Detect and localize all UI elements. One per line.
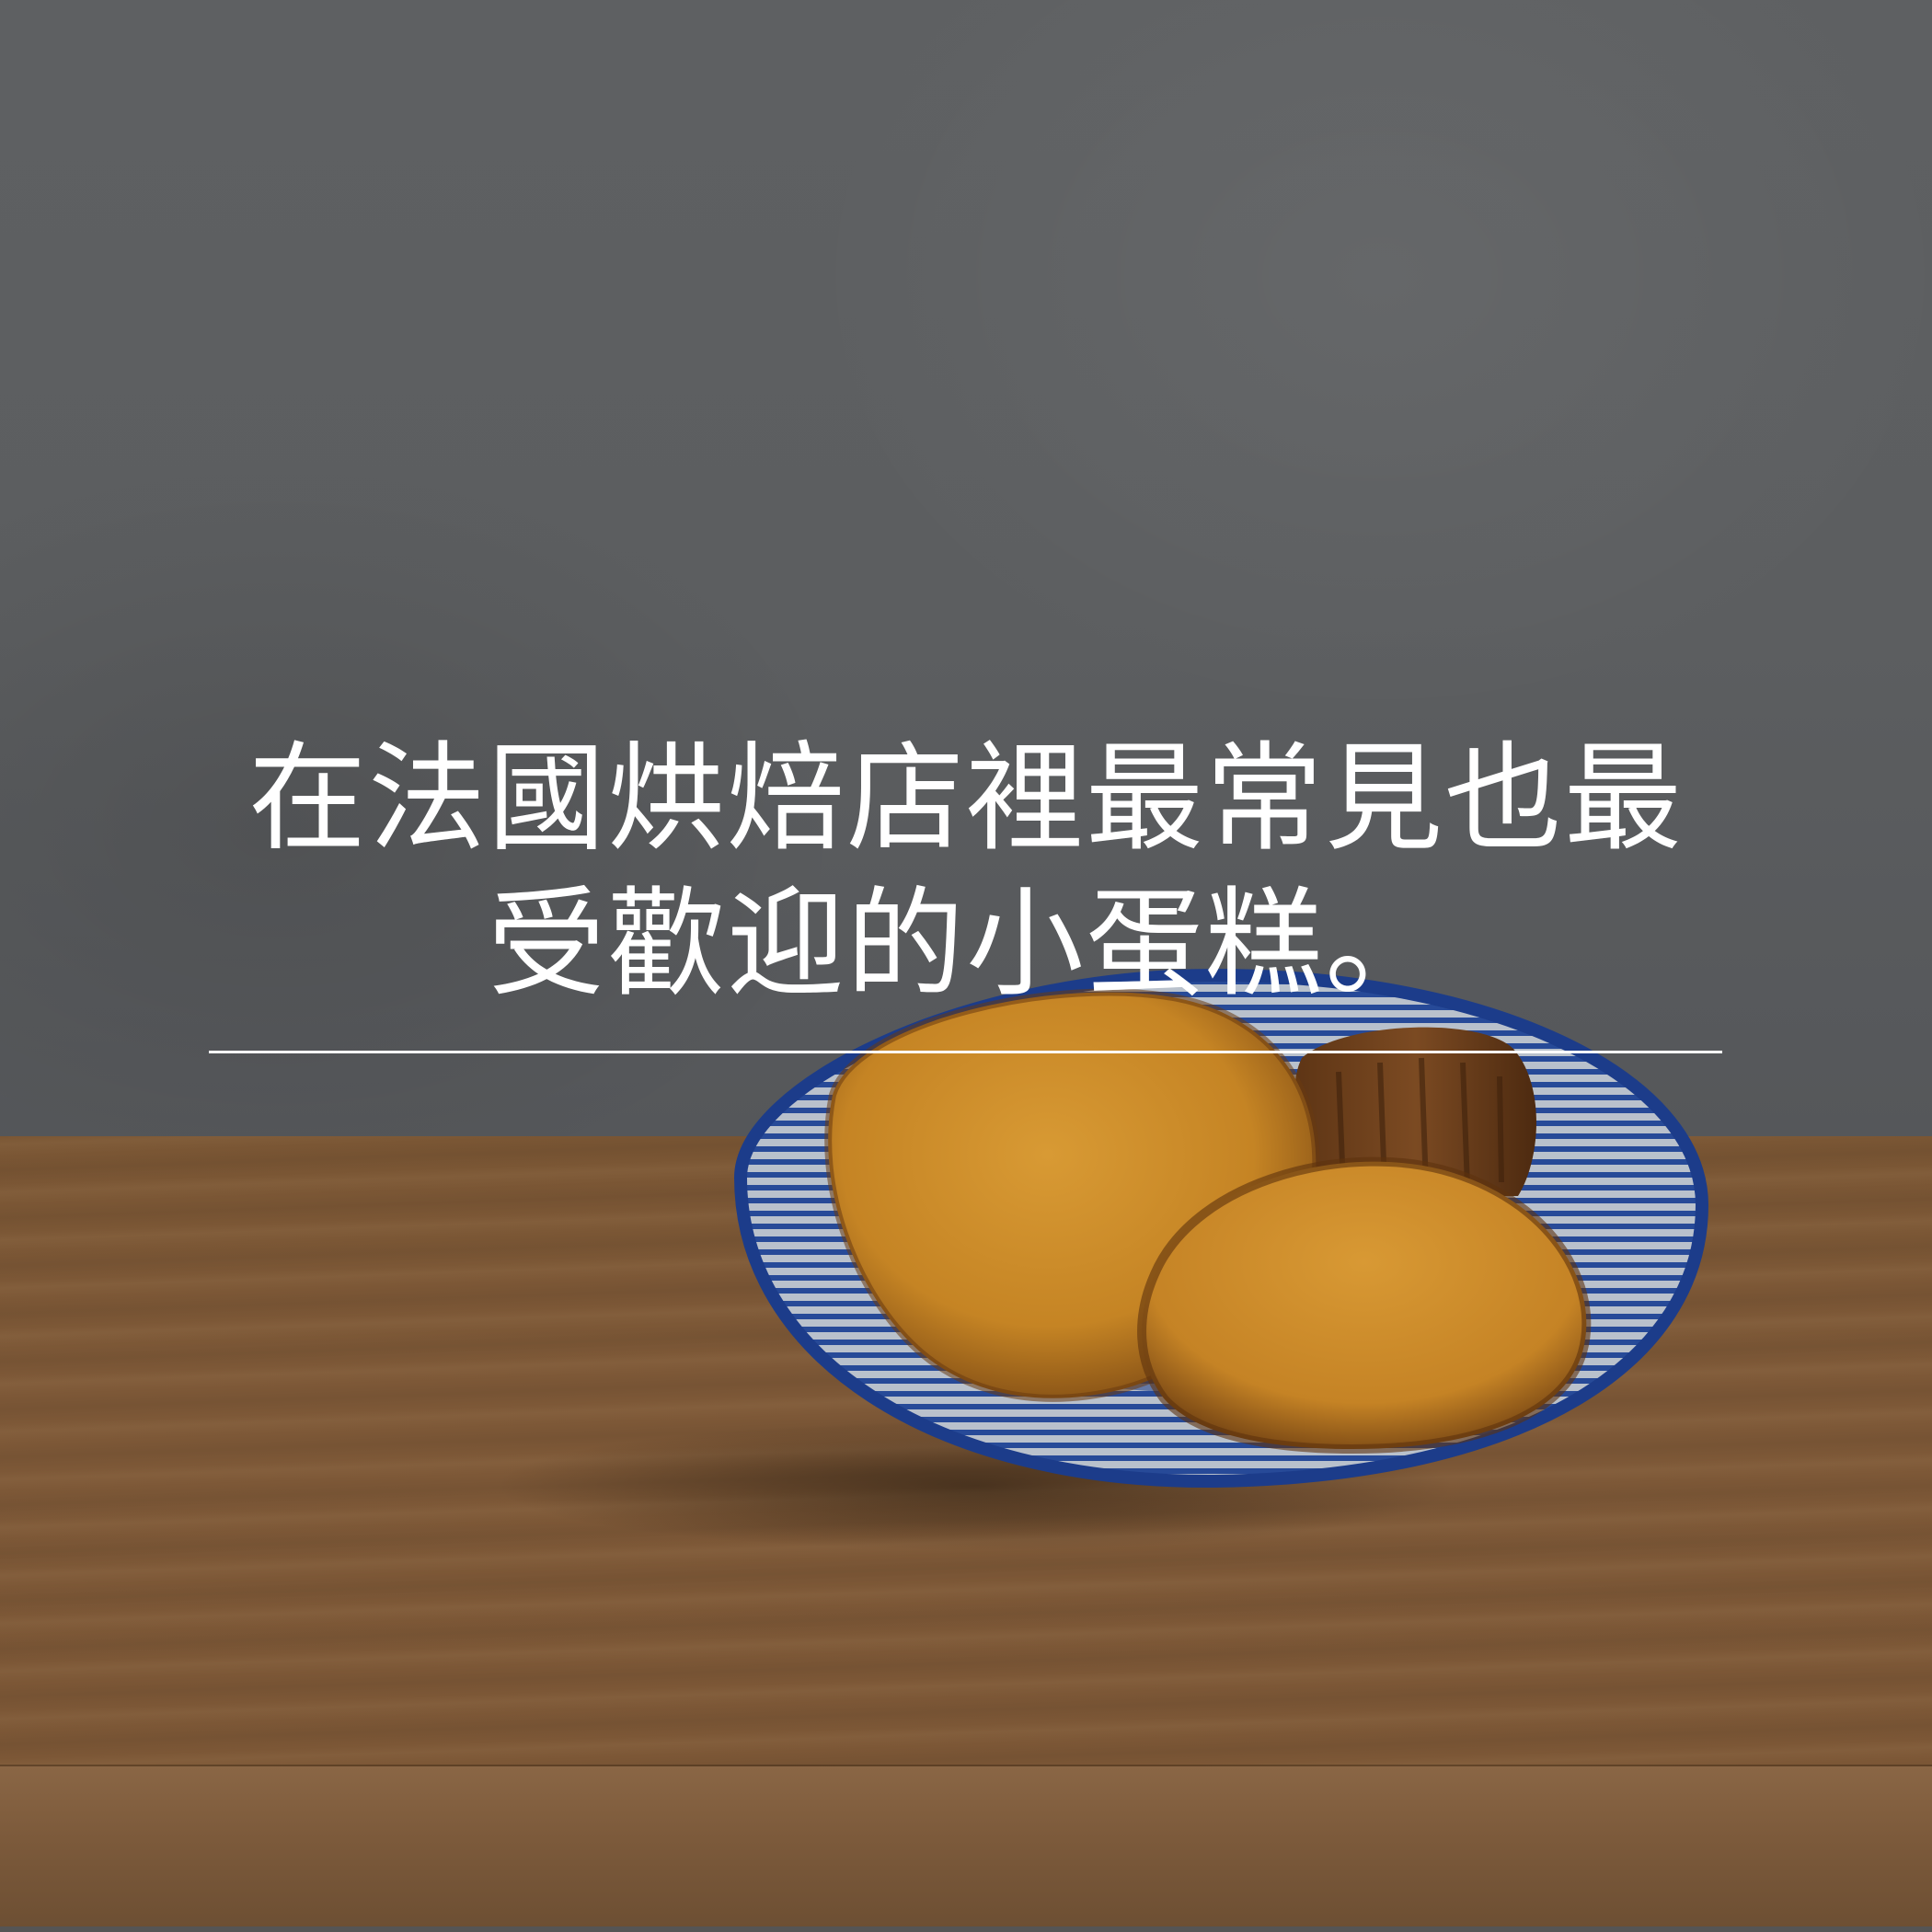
caption-divider: [209, 1051, 1722, 1053]
caption-line-2: 受歡迎的小蛋糕。: [487, 876, 1444, 1013]
caption-line-1: 在法國烘焙店裡最常見也最: [247, 730, 1684, 868]
caption-text: 在法國烘焙店裡最常見也最 受歡迎的小蛋糕。: [184, 727, 1748, 1018]
photo-scene: 在法國烘焙店裡最常見也最 受歡迎的小蛋糕。: [0, 0, 1932, 1932]
